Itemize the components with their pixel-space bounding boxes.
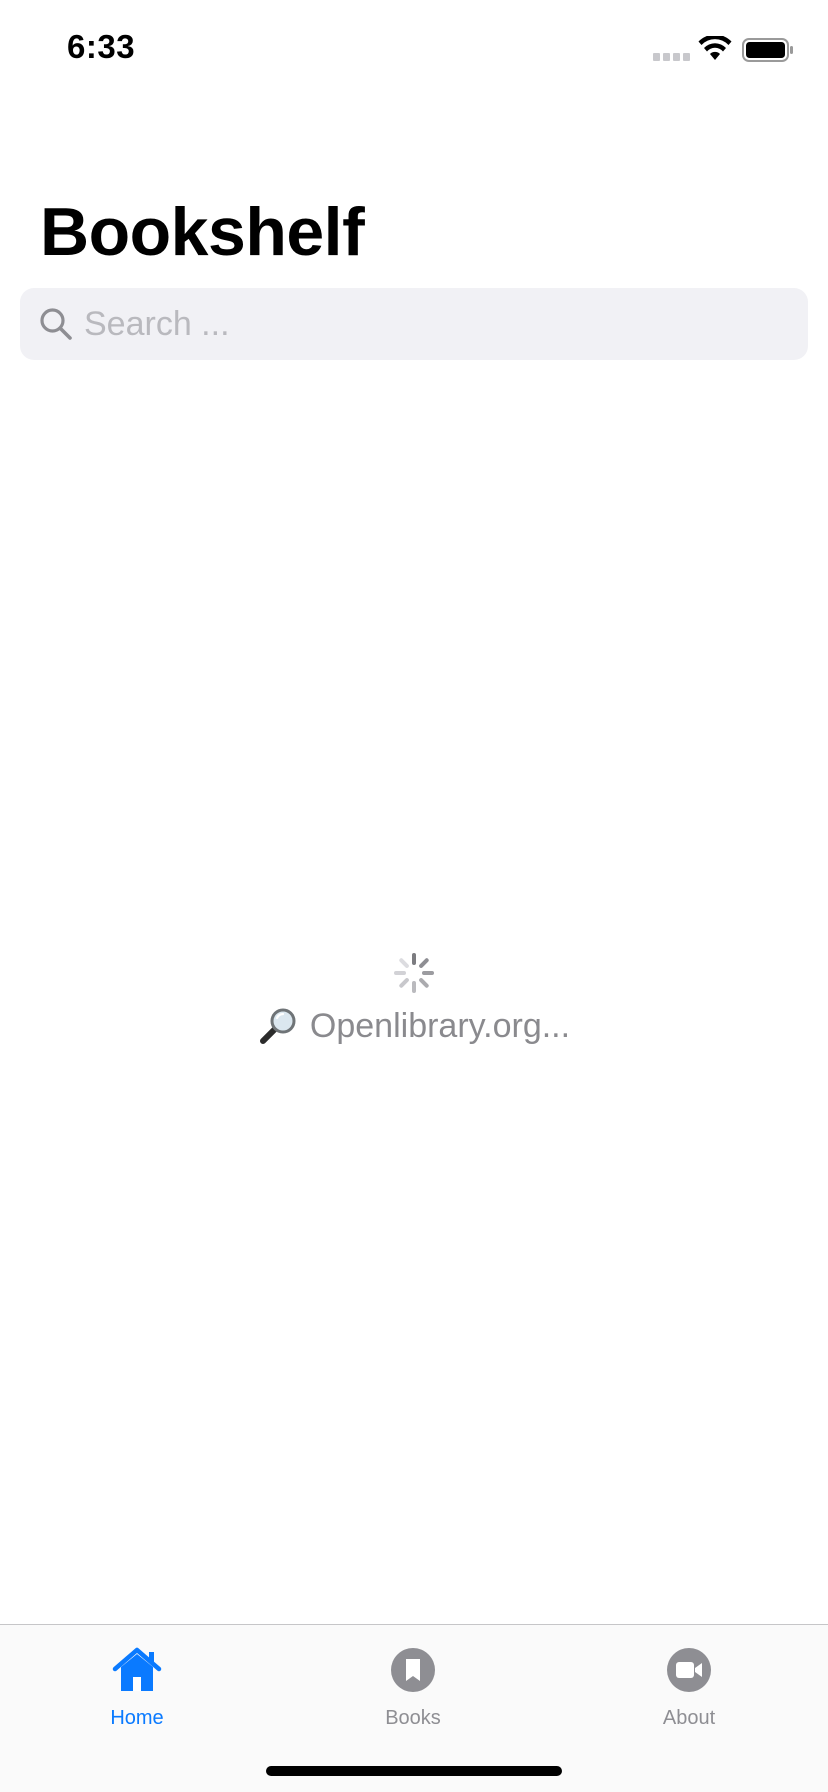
status-bar: 6:33 <box>0 0 828 100</box>
search-icon <box>40 308 72 340</box>
cellular-signal-icon <box>653 53 690 61</box>
screen: 6:33 Bookshelf Search ... Openlibrary.or… <box>0 0 828 1792</box>
loading-spinner-icon <box>394 953 434 993</box>
home-indicator[interactable] <box>266 1766 562 1776</box>
loading-text: Openlibrary.org... <box>309 1006 571 1045</box>
video-camera-icon <box>667 1648 711 1692</box>
tab-books[interactable]: Books <box>333 1625 493 1735</box>
search-input[interactable] <box>84 288 784 360</box>
tab-books-label: Books <box>385 1707 441 1729</box>
tab-about[interactable]: About <box>609 1625 769 1735</box>
battery-icon <box>742 38 793 62</box>
search-bar[interactable] <box>20 288 808 360</box>
status-time: 6:33 <box>67 28 136 65</box>
magnifier-icon <box>259 1008 296 1044</box>
loading-status: Openlibrary.org... <box>0 1006 828 1055</box>
wifi-icon <box>698 36 732 60</box>
page-title: Bookshelf <box>40 194 365 270</box>
tab-home-label: Home <box>110 1707 164 1729</box>
tab-about-label: About <box>662 1707 716 1729</box>
tab-home[interactable]: Home <box>57 1625 217 1735</box>
house-icon <box>112 1647 162 1691</box>
bookmark-icon <box>391 1648 435 1692</box>
